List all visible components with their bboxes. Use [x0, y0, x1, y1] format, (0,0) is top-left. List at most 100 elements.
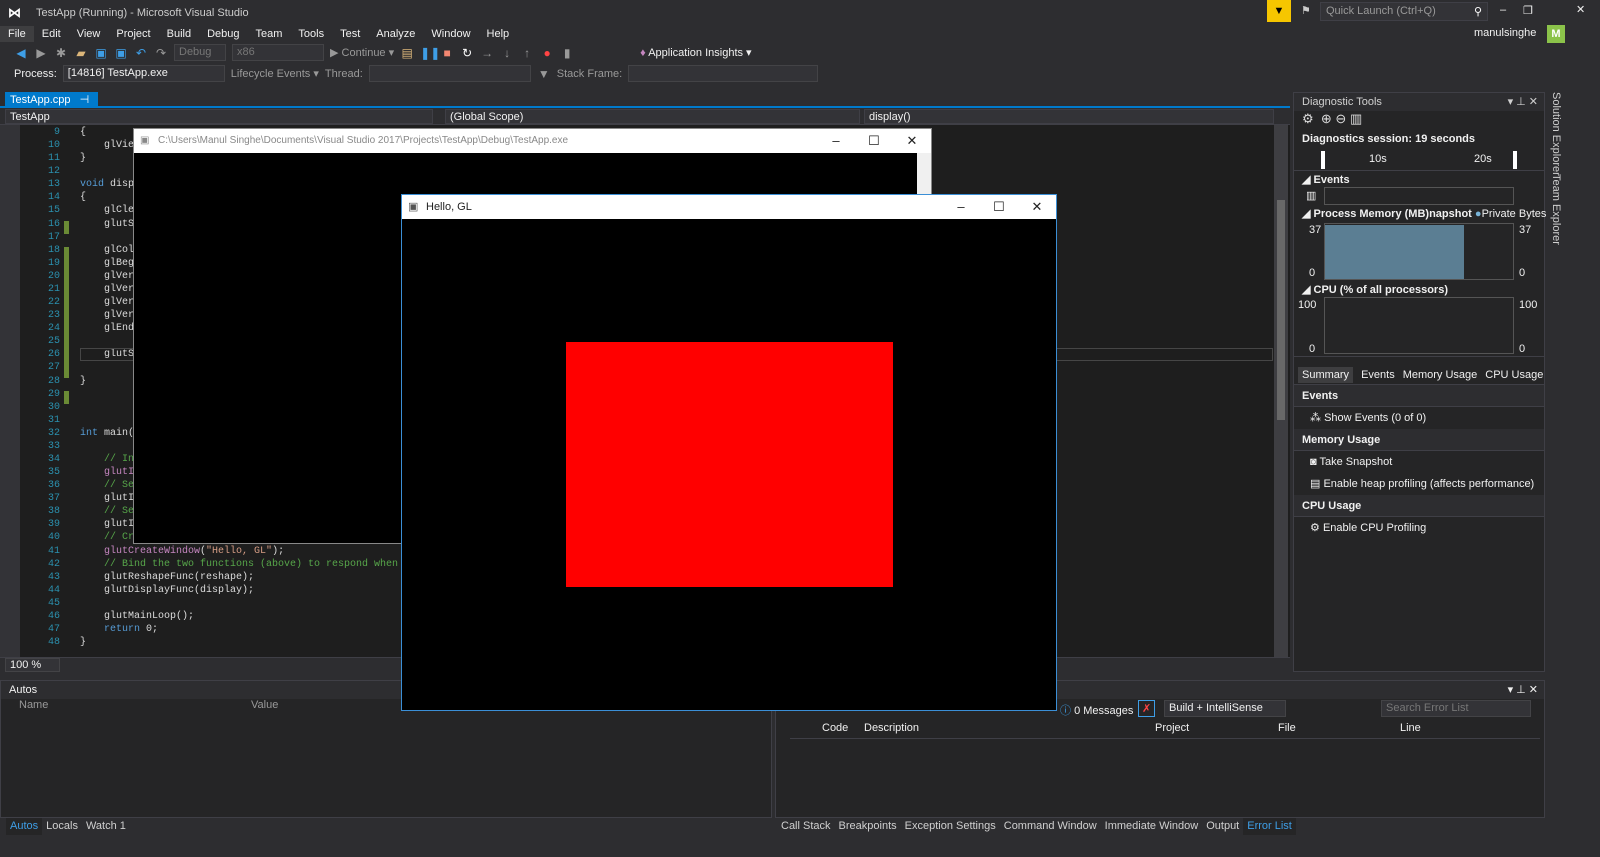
vertical-scrollbar[interactable] [1274, 125, 1288, 657]
open-icon[interactable]: ▰ [74, 46, 88, 60]
menu-edit[interactable]: Edit [34, 26, 69, 42]
notifications-icon[interactable]: ⚑ [1301, 4, 1311, 17]
tab-autos[interactable]: Autos [6, 818, 43, 835]
breakpoint-icon[interactable]: ● [540, 46, 554, 60]
zoom-in-icon[interactable]: ⊕ [1321, 111, 1332, 126]
tab-cpu-usage[interactable]: CPU Usage [1485, 369, 1543, 381]
menu-view[interactable]: View [69, 26, 109, 42]
take-snapshot-button[interactable]: ◙ Take Snapshot [1294, 451, 1544, 473]
enable-cpu-profiling-button[interactable]: ⚙ Enable CPU Profiling [1294, 517, 1544, 539]
team-explorer-tab[interactable]: Team Explorer [1550, 174, 1562, 245]
feedback-icon[interactable]: ▼ [1267, 0, 1291, 22]
new-project-icon[interactable]: ✱ [54, 46, 68, 60]
tab-events[interactable]: Events [1361, 369, 1395, 381]
scope-dropdown[interactable]: (Global Scope) [445, 109, 860, 124]
panel-controls-icon[interactable]: ▾ ⊥ ✕ [1508, 681, 1544, 699]
gl-window[interactable]: ▣ Hello, GL – ☐ ✕ [401, 194, 1057, 711]
col-line[interactable]: Line [1400, 722, 1421, 734]
thread-select[interactable] [368, 65, 531, 82]
minimize-button[interactable]: – [817, 129, 855, 153]
platform-select[interactable]: x86 [232, 44, 324, 61]
messages-filter-button[interactable]: ⓘ 0 Messages [1060, 702, 1133, 718]
console-title-bar[interactable]: ▣ C:\Users\Manul Singhe\Documents\Visual… [134, 129, 931, 153]
col-value[interactable]: Value [251, 699, 278, 711]
menu-file[interactable]: File [0, 26, 34, 42]
step-into-icon[interactable]: ↓ [500, 46, 514, 60]
back-icon[interactable]: ◀ [14, 46, 28, 60]
avatar[interactable]: M [1547, 25, 1565, 43]
user-name[interactable]: manulsinghe [1474, 27, 1536, 39]
pause-events-icon[interactable]: ▥ [1306, 189, 1316, 202]
save-all-icon[interactable]: ▣ [114, 46, 128, 60]
quick-launch-input[interactable]: Quick Launch (Ctrl+Q) ⚲ [1320, 2, 1488, 21]
menu-tools[interactable]: Tools [290, 26, 332, 42]
col-file[interactable]: File [1278, 722, 1296, 734]
tab-memory-usage[interactable]: Memory Usage [1403, 369, 1478, 381]
restore-button[interactable]: ❐ [1523, 4, 1533, 17]
undo-icon[interactable]: ↶ [134, 46, 148, 60]
close-button[interactable]: ✕ [1018, 195, 1056, 219]
tab-testapp-cpp[interactable]: TestApp.cpp ⊣ ✕ [5, 92, 98, 122]
menu-window[interactable]: Window [423, 26, 478, 42]
clear-filter-icon[interactable]: ✗ [1138, 700, 1156, 717]
tab-immediate-window[interactable]: Immediate Window [1101, 818, 1203, 835]
project-dropdown[interactable]: TestApp [5, 109, 433, 124]
tab-locals[interactable]: Locals [42, 818, 82, 835]
col-name[interactable]: Name [19, 699, 48, 711]
menu-build[interactable]: Build [159, 26, 199, 42]
timeline-ruler[interactable]: 10s 20s [1294, 149, 1544, 171]
redo-icon[interactable]: ↷ [154, 46, 168, 60]
col-project[interactable]: Project [1155, 722, 1189, 734]
reset-zoom-icon[interactable]: ▥ [1350, 111, 1362, 126]
tab-output[interactable]: Output [1202, 818, 1243, 835]
restart-icon[interactable]: ↻ [460, 46, 474, 60]
settings-icon[interactable]: ⚙ [1302, 111, 1314, 126]
col-code[interactable]: Code [822, 722, 848, 734]
zoom-select[interactable]: 100 % [5, 658, 60, 672]
scrollbar-thumb[interactable] [1277, 200, 1285, 420]
menu-project[interactable]: Project [108, 26, 158, 42]
filter-icon[interactable]: ▼ [537, 67, 551, 81]
menu-debug[interactable]: Debug [199, 26, 247, 42]
pin-icon[interactable]: ⊣ [80, 94, 90, 106]
step-out-icon[interactable]: ↑ [520, 46, 534, 60]
tab-call-stack[interactable]: Call Stack [777, 818, 835, 835]
config-select[interactable]: Debug [174, 44, 226, 61]
menu-team[interactable]: Team [248, 26, 291, 42]
bookmark-icon[interactable]: ▮ [560, 46, 574, 60]
maximize-button[interactable]: ☐ [980, 195, 1018, 219]
save-icon[interactable]: ▣ [94, 46, 108, 60]
pause-icon[interactable]: ❚❚ [420, 46, 440, 60]
continue-button[interactable]: ▶ Continue ▾ [330, 46, 394, 59]
close-button[interactable]: ✕ [1576, 3, 1585, 16]
menu-analyze[interactable]: Analyze [368, 26, 423, 42]
timeline-end-handle[interactable] [1513, 151, 1517, 169]
show-events-link[interactable]: ⁂ Show Events (0 of 0) [1294, 407, 1544, 429]
stop-icon[interactable]: ■ [440, 46, 454, 60]
tab-watch1[interactable]: Watch 1 [82, 818, 130, 835]
find-icon[interactable]: ▤ [400, 46, 414, 60]
forward-icon[interactable]: ▶ [34, 46, 48, 60]
zoom-out-icon[interactable]: ⊖ [1335, 111, 1346, 126]
stack-frame-select[interactable] [628, 65, 819, 82]
timeline-start-handle[interactable] [1321, 151, 1325, 169]
tab-command-window[interactable]: Command Window [1000, 818, 1101, 835]
gl-title-bar[interactable]: ▣ Hello, GL – ☐ ✕ [402, 195, 1056, 219]
search-error-list-input[interactable]: Search Error List [1381, 700, 1531, 717]
tab-exception-settings[interactable]: Exception Settings [901, 818, 1000, 835]
menu-test[interactable]: Test [332, 26, 368, 42]
application-insights-button[interactable]: ♦ Application Insights ▾ [640, 46, 751, 59]
minimize-button[interactable]: – [1500, 4, 1506, 16]
tab-breakpoints[interactable]: Breakpoints [835, 818, 901, 835]
panel-controls-icon[interactable]: ▾ ⊥ ✕ [1508, 93, 1544, 111]
step-over-icon[interactable]: → [480, 46, 494, 60]
tab-summary[interactable]: Summary [1298, 366, 1354, 383]
tab-error-list[interactable]: Error List [1243, 818, 1296, 835]
solution-explorer-tab[interactable]: Solution Explorer [1550, 92, 1562, 176]
col-description[interactable]: Description [864, 722, 919, 734]
close-button[interactable]: ✕ [893, 129, 931, 153]
menu-help[interactable]: Help [479, 26, 518, 42]
enable-heap-profiling-button[interactable]: ▤ Enable heap profiling (affects perform… [1294, 473, 1544, 495]
member-dropdown[interactable]: display() [864, 109, 1274, 124]
minimize-button[interactable]: – [942, 195, 980, 219]
